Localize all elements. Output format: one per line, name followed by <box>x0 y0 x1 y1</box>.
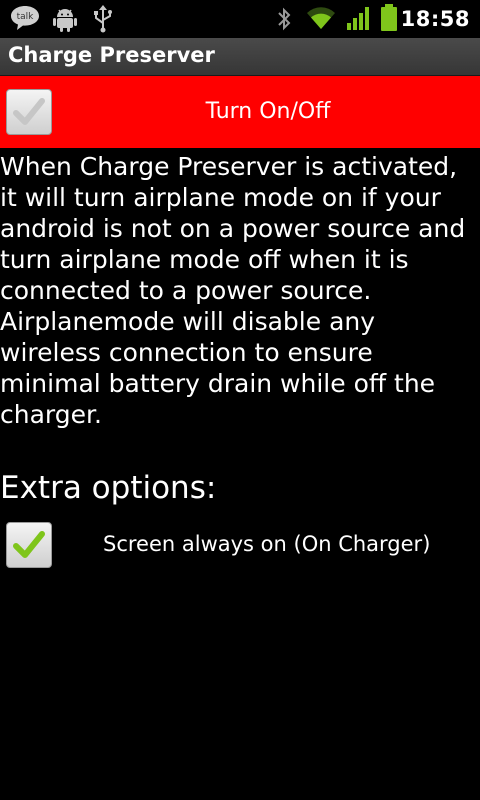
status-bar: talk 18:58 <box>0 0 480 38</box>
check-icon <box>13 531 45 558</box>
signal-icon <box>346 6 372 34</box>
turn-on-off-checkbox[interactable] <box>6 89 52 135</box>
usb-icon <box>92 5 114 37</box>
turn-on-off-row[interactable]: Turn On/Off <box>0 76 480 148</box>
title-bar: Charge Preserver <box>0 38 480 76</box>
svg-text:talk: talk <box>17 12 35 22</box>
turn-on-off-label[interactable]: Turn On/Off <box>58 76 478 148</box>
android-debug-icon <box>52 6 78 36</box>
screen-always-on-checkbox[interactable] <box>6 522 52 568</box>
battery-icon <box>380 4 398 36</box>
description-text: When Charge Preserver is activated, it w… <box>0 152 466 429</box>
bluetooth-icon <box>276 6 292 36</box>
app-title: Charge Preserver <box>8 43 215 67</box>
check-icon <box>13 98 45 125</box>
extra-options-heading: Extra options: <box>0 470 217 506</box>
wifi-icon <box>306 6 336 34</box>
screen-always-on-row[interactable]: Screen always on (On Charger) <box>0 520 480 572</box>
talk-icon: talk <box>10 5 40 35</box>
clock: 18:58 <box>400 7 470 31</box>
screen-always-on-label[interactable]: Screen always on (On Charger) <box>103 532 430 556</box>
